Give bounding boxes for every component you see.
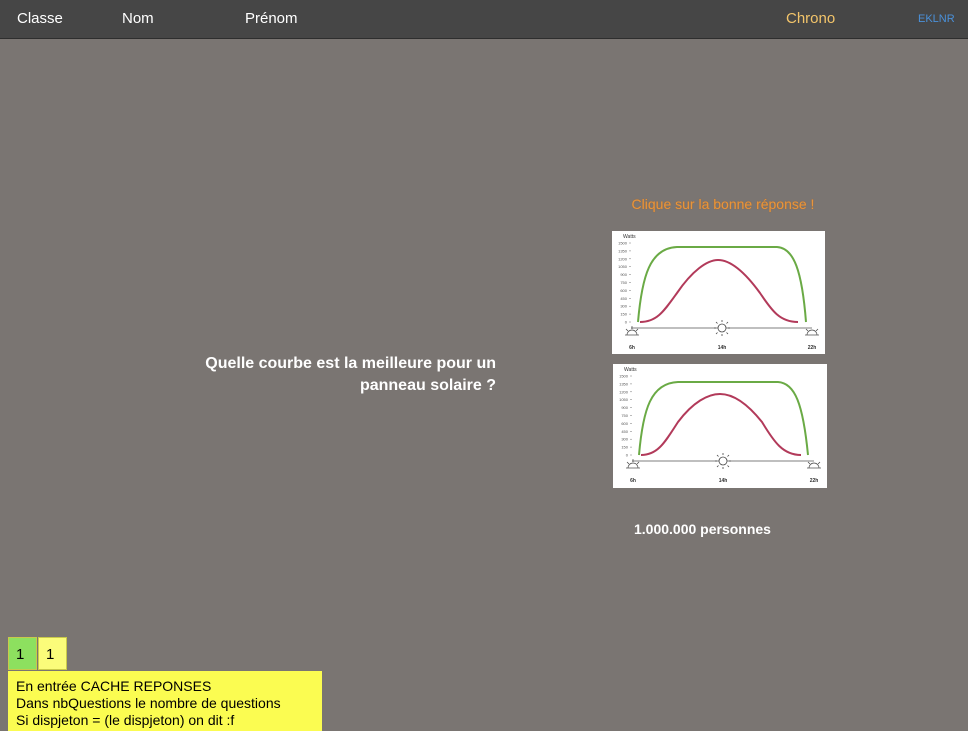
x-tick-6h: 6h xyxy=(630,478,636,484)
answer-option-2[interactable]: Watts 1500 1350 1200 1050 900 750 600 450 300 150… xyxy=(613,364,827,488)
chrono-label: Chrono xyxy=(786,10,836,27)
x-tick-14h: 14h xyxy=(718,345,727,351)
notes-line: Dans nbQuestions le nombre de questions xyxy=(16,695,281,711)
sunrise-icon xyxy=(625,326,639,336)
y-tick-label: 0 xyxy=(625,320,628,325)
nom-label: Nom xyxy=(122,10,154,27)
y-tick-labels: 15001350120010509007506004503001500 xyxy=(619,374,632,458)
sunset-icon xyxy=(807,461,821,469)
y-tick-label: 150 xyxy=(620,312,627,317)
sunset-icon xyxy=(805,328,819,336)
y-tick-label: 1050 xyxy=(618,264,628,269)
counter-question: 1 xyxy=(38,637,67,670)
y-tick-label: 600 xyxy=(621,421,628,426)
instruction-text: Clique sur la bonne réponse ! xyxy=(631,196,815,212)
sunrise-icon xyxy=(626,459,640,469)
x-tick-22h: 22h xyxy=(810,478,819,484)
x-tick-22h: 22h xyxy=(808,345,817,351)
x-tick-6h: 6h xyxy=(629,345,635,351)
y-tick-label: 450 xyxy=(621,429,628,434)
y-tick-label: 300 xyxy=(620,304,627,309)
y-tick-label: 1200 xyxy=(619,389,629,394)
y-tick-label: 150 xyxy=(621,445,628,450)
answer-option-1[interactable]: Watts 1500 1350 1200 1050 900 750 600 450 300 150… xyxy=(612,231,825,354)
notes-line: En entrée CACHE REPONSES xyxy=(16,678,212,694)
question-text: Quelle courbe est la meilleure pour un p… xyxy=(205,355,496,394)
power-curve-chart-2: Watts 1500135012001050900750600450300150… xyxy=(619,367,821,484)
y-tick-label: 450 xyxy=(620,296,627,301)
y-tick-label: 900 xyxy=(621,405,628,410)
top-bar: Classe Nom Prénom Chrono EKLNR xyxy=(0,0,968,39)
y-tick-label: 1500 xyxy=(618,241,628,246)
y-tick-label: 1200 xyxy=(618,256,628,261)
y-tick-label: 1050 xyxy=(619,397,629,402)
y-tick-label: 300 xyxy=(621,437,628,442)
y-tick-label: 750 xyxy=(620,280,627,285)
answer-value-text: 1.000.000 personnes xyxy=(634,521,771,537)
x-tick-14h: 14h xyxy=(719,478,728,484)
prenom-label: Prénom xyxy=(245,10,298,27)
y-tick-label: 750 xyxy=(621,413,628,418)
red-curve xyxy=(640,392,802,456)
y-axis-title: Watts xyxy=(624,367,637,373)
red-curve xyxy=(639,258,799,323)
y-axis-title: Watts xyxy=(623,234,636,240)
y-tick-label: 900 xyxy=(620,272,627,277)
counter-score: 1 xyxy=(8,637,37,670)
y-tick-labels: 15001350120010509007506004503001500 xyxy=(618,241,631,325)
classe-label: Classe xyxy=(17,10,63,27)
y-tick-label: 1350 xyxy=(619,381,629,386)
power-curve-chart-1: Watts 1500135012001050900750600450300150… xyxy=(618,234,819,351)
code-label: EKLNR xyxy=(918,13,955,25)
y-tick-label: 1500 xyxy=(619,374,629,379)
y-tick-label: 600 xyxy=(620,288,627,293)
notes-line: Si dispjeton = (le dispjeton) on dit :f xyxy=(16,712,235,728)
y-tick-label: 0 xyxy=(626,453,629,458)
green-curve xyxy=(638,381,809,456)
y-tick-label: 1350 xyxy=(618,248,628,253)
notes-panel: En entrée CACHE REPONSES Dans nbQuestion… xyxy=(8,671,322,731)
